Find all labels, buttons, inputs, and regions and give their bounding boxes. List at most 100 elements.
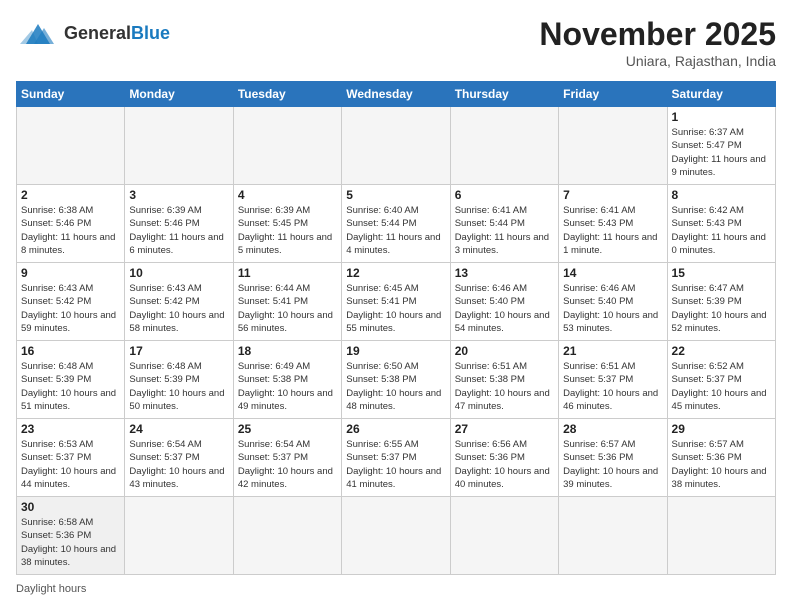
- calendar-cell: 4 Sunrise: 6:39 AMSunset: 5:45 PMDaylight…: [233, 185, 341, 263]
- calendar-cell: 1 Sunrise: 6:37 AMSunset: 5:47 PMDaylight…: [667, 107, 775, 185]
- day-info: Sunrise: 6:50 AMSunset: 5:38 PMDaylight:…: [346, 360, 445, 413]
- page-header: GeneralBlue November 2025 Uniara, Rajast…: [16, 16, 776, 69]
- day-info: Sunrise: 6:41 AMSunset: 5:43 PMDaylight:…: [563, 204, 662, 257]
- day-number: 8: [672, 188, 771, 202]
- month-title: November 2025: [539, 16, 776, 53]
- day-info: Sunrise: 6:54 AMSunset: 5:37 PMDaylight:…: [238, 438, 337, 491]
- calendar-cell: [559, 497, 667, 575]
- calendar-cell: 29 Sunrise: 6:57 AMSunset: 5:36 PMDayligh…: [667, 419, 775, 497]
- title-block: November 2025 Uniara, Rajasthan, India: [539, 16, 776, 69]
- day-header-friday: Friday: [559, 82, 667, 107]
- day-info: Sunrise: 6:48 AMSunset: 5:39 PMDaylight:…: [129, 360, 228, 413]
- day-number: 26: [346, 422, 445, 436]
- day-info: Sunrise: 6:41 AMSunset: 5:44 PMDaylight:…: [455, 204, 554, 257]
- day-info: Sunrise: 6:54 AMSunset: 5:37 PMDaylight:…: [129, 438, 228, 491]
- day-info: Sunrise: 6:39 AMSunset: 5:46 PMDaylight:…: [129, 204, 228, 257]
- calendar-cell: [450, 107, 558, 185]
- day-number: 16: [21, 344, 120, 358]
- day-info: Sunrise: 6:48 AMSunset: 5:39 PMDaylight:…: [21, 360, 120, 413]
- calendar-cell: [125, 107, 233, 185]
- calendar-cell: 9 Sunrise: 6:43 AMSunset: 5:42 PMDaylight…: [17, 263, 125, 341]
- day-number: 19: [346, 344, 445, 358]
- day-info: Sunrise: 6:43 AMSunset: 5:42 PMDaylight:…: [21, 282, 120, 335]
- day-info: Sunrise: 6:46 AMSunset: 5:40 PMDaylight:…: [563, 282, 662, 335]
- day-number: 6: [455, 188, 554, 202]
- day-number: 18: [238, 344, 337, 358]
- calendar-cell: 18Sunrise: 6:49 AMSunset: 5:38 PMDayligh…: [233, 341, 341, 419]
- calendar-cell: [17, 107, 125, 185]
- calendar-cell: 23Sunrise: 6:53 AMSunset: 5:37 PMDayligh…: [17, 419, 125, 497]
- calendar-cell: 6 Sunrise: 6:41 AMSunset: 5:44 PMDaylight…: [450, 185, 558, 263]
- logo-general: General: [64, 23, 131, 43]
- calendar-cell: 11Sunrise: 6:44 AMSunset: 5:41 PMDayligh…: [233, 263, 341, 341]
- calendar-cell: 28 Sunrise: 6:57 AMSunset: 5:36 PMDayligh…: [559, 419, 667, 497]
- day-number: 29: [672, 422, 771, 436]
- calendar-header-row: SundayMondayTuesdayWednesdayThursdayFrid…: [17, 82, 776, 107]
- calendar-cell: 7 Sunrise: 6:41 AMSunset: 5:43 PMDaylight…: [559, 185, 667, 263]
- day-number: 10: [129, 266, 228, 280]
- day-number: 5: [346, 188, 445, 202]
- day-number: 28: [563, 422, 662, 436]
- calendar-cell: [342, 497, 450, 575]
- day-number: 13: [455, 266, 554, 280]
- day-header-wednesday: Wednesday: [342, 82, 450, 107]
- day-number: 15: [672, 266, 771, 280]
- day-info: Sunrise: 6:42 AMSunset: 5:43 PMDaylight:…: [672, 204, 771, 257]
- calendar-cell: [450, 497, 558, 575]
- day-header-saturday: Saturday: [667, 82, 775, 107]
- day-header-monday: Monday: [125, 82, 233, 107]
- calendar-cell: 3 Sunrise: 6:39 AMSunset: 5:46 PMDaylight…: [125, 185, 233, 263]
- day-number: 9: [21, 266, 120, 280]
- day-number: 2: [21, 188, 120, 202]
- day-number: 7: [563, 188, 662, 202]
- calendar-cell: 8 Sunrise: 6:42 AMSunset: 5:43 PMDaylight…: [667, 185, 775, 263]
- calendar-cell: 22Sunrise: 6:52 AMSunset: 5:37 PMDayligh…: [667, 341, 775, 419]
- calendar-cell: 14Sunrise: 6:46 AMSunset: 5:40 PMDayligh…: [559, 263, 667, 341]
- calendar-week-2: 9 Sunrise: 6:43 AMSunset: 5:42 PMDaylight…: [17, 263, 776, 341]
- calendar-cell: 25 Sunrise: 6:54 AMSunset: 5:37 PMDayligh…: [233, 419, 341, 497]
- day-info: Sunrise: 6:53 AMSunset: 5:37 PMDaylight:…: [21, 438, 120, 491]
- day-number: 20: [455, 344, 554, 358]
- calendar-cell: 17Sunrise: 6:48 AMSunset: 5:39 PMDayligh…: [125, 341, 233, 419]
- day-info: Sunrise: 6:47 AMSunset: 5:39 PMDaylight:…: [672, 282, 771, 335]
- calendar-cell: 30 Sunrise: 6:58 AMSunset: 5:36 PMDayligh…: [17, 497, 125, 575]
- day-number: 24: [129, 422, 228, 436]
- day-info: Sunrise: 6:37 AMSunset: 5:47 PMDaylight:…: [672, 126, 771, 179]
- day-number: 25: [238, 422, 337, 436]
- location-subtitle: Uniara, Rajasthan, India: [539, 53, 776, 69]
- day-info: Sunrise: 6:40 AMSunset: 5:44 PMDaylight:…: [346, 204, 445, 257]
- calendar-week-3: 16 Sunrise: 6:48 AMSunset: 5:39 PMDayligh…: [17, 341, 776, 419]
- day-info: Sunrise: 6:56 AMSunset: 5:36 PMDaylight:…: [455, 438, 554, 491]
- calendar-cell: [667, 497, 775, 575]
- calendar-cell: 2 Sunrise: 6:38 AMSunset: 5:46 PMDaylight…: [17, 185, 125, 263]
- calendar-cell: [233, 497, 341, 575]
- day-info: Sunrise: 6:43 AMSunset: 5:42 PMDaylight:…: [129, 282, 228, 335]
- day-number: 1: [672, 110, 771, 124]
- day-info: Sunrise: 6:57 AMSunset: 5:36 PMDaylight:…: [672, 438, 771, 491]
- calendar-cell: [233, 107, 341, 185]
- calendar-cell: 27Sunrise: 6:56 AMSunset: 5:36 PMDayligh…: [450, 419, 558, 497]
- calendar-week-1: 2 Sunrise: 6:38 AMSunset: 5:46 PMDaylight…: [17, 185, 776, 263]
- calendar-cell: 5 Sunrise: 6:40 AMSunset: 5:44 PMDaylight…: [342, 185, 450, 263]
- calendar-cell: 20 Sunrise: 6:51 AMSunset: 5:38 PMDayligh…: [450, 341, 558, 419]
- day-info: Sunrise: 6:46 AMSunset: 5:40 PMDaylight:…: [455, 282, 554, 335]
- day-info: Sunrise: 6:57 AMSunset: 5:36 PMDaylight:…: [563, 438, 662, 491]
- calendar-cell: 12 Sunrise: 6:45 AMSunset: 5:41 PMDayligh…: [342, 263, 450, 341]
- calendar-cell: 19 Sunrise: 6:50 AMSunset: 5:38 PMDayligh…: [342, 341, 450, 419]
- calendar-week-5: 30 Sunrise: 6:58 AMSunset: 5:36 PMDayligh…: [17, 497, 776, 575]
- day-number: 12: [346, 266, 445, 280]
- calendar-cell: [342, 107, 450, 185]
- day-number: 3: [129, 188, 228, 202]
- day-number: 30: [21, 500, 120, 514]
- calendar-table: SundayMondayTuesdayWednesdayThursdayFrid…: [16, 81, 776, 575]
- day-info: Sunrise: 6:38 AMSunset: 5:46 PMDaylight:…: [21, 204, 120, 257]
- day-info: Sunrise: 6:39 AMSunset: 5:45 PMDaylight:…: [238, 204, 337, 257]
- day-info: Sunrise: 6:45 AMSunset: 5:41 PMDaylight:…: [346, 282, 445, 335]
- day-info: Sunrise: 6:58 AMSunset: 5:36 PMDaylight:…: [21, 516, 120, 569]
- day-number: 4: [238, 188, 337, 202]
- day-number: 11: [238, 266, 337, 280]
- calendar-cell: 16 Sunrise: 6:48 AMSunset: 5:39 PMDayligh…: [17, 341, 125, 419]
- calendar-week-0: 1 Sunrise: 6:37 AMSunset: 5:47 PMDaylight…: [17, 107, 776, 185]
- calendar-cell: 13 Sunrise: 6:46 AMSunset: 5:40 PMDayligh…: [450, 263, 558, 341]
- day-info: Sunrise: 6:51 AMSunset: 5:38 PMDaylight:…: [455, 360, 554, 413]
